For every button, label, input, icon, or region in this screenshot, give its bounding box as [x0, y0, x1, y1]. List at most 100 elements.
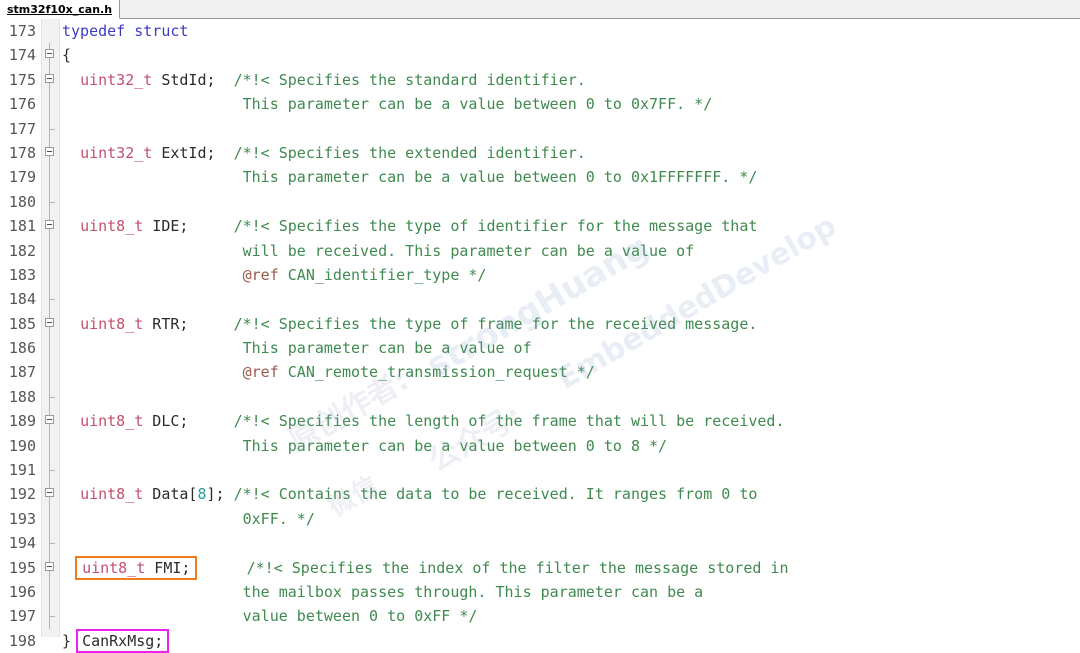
line-number: 192 — [8, 485, 36, 504]
code-comment: This parameter can be a value between 0 … — [242, 168, 758, 187]
line-number: 195 — [8, 558, 36, 577]
fold-toggle-icon[interactable] — [41, 311, 60, 337]
code-line[interactable]: 173 typedef struct — [0, 19, 1080, 43]
code-comment: will be received. This parameter can be … — [242, 241, 695, 260]
line-number: 178 — [8, 143, 36, 162]
code-line[interactable]: 188 — [0, 384, 1080, 410]
type-token: uint8_t — [80, 217, 144, 236]
code-text: uint8_t Data[8]; /*!< Contains the data … — [62, 482, 757, 506]
fold-toggle-icon[interactable] — [41, 140, 60, 166]
number-token: 8 — [197, 485, 207, 504]
code-comment: the mailbox passes through. This paramet… — [242, 582, 704, 601]
tab-stm32f10x-can-h[interactable]: stm32f10x_can.h — [0, 0, 121, 19]
code-token: StdId; — [152, 70, 234, 89]
fold-empty — [41, 19, 60, 43]
code-line[interactable]: 184 — [0, 287, 1080, 312]
fold-end-tick — [41, 189, 60, 215]
type-token: uint32_t — [80, 143, 153, 162]
code-token: RTR; — [143, 314, 234, 333]
keyword-token: typedef struct — [62, 22, 189, 40]
fold-toggle-icon[interactable] — [41, 67, 60, 93]
fold-line — [41, 238, 60, 263]
code-line[interactable]: 178 uint32_t ExtId; /*!< Specifies the e… — [0, 140, 1080, 166]
code-line[interactable]: 175 uint32_t StdId; /*!< Specifies the s… — [0, 67, 1080, 93]
type-token: uint8_t — [80, 412, 144, 431]
line-number: 191 — [8, 461, 36, 480]
fold-line — [41, 165, 60, 190]
fold-line — [41, 92, 60, 117]
code-text: } CanRxMsg; — [62, 628, 170, 653]
fold-toggle-icon[interactable] — [41, 555, 60, 580]
code-text: This parameter can be a value between 0 … — [62, 434, 667, 458]
line-number: 179 — [8, 168, 36, 187]
code-comment: value between 0 to 0xFF */ — [242, 607, 478, 626]
code-line[interactable]: 181 uint8_t IDE; /*!< Specifies the type… — [0, 214, 1080, 239]
code-line[interactable]: 196 the mailbox passes through. This par… — [0, 579, 1080, 605]
line-number: 181 — [8, 217, 36, 236]
code-text: uint8_t FMI; /*!< Specifies the index of… — [62, 555, 788, 580]
line-number: 173 — [8, 22, 36, 40]
code-line[interactable]: 183 @ref CAN_identifier_type */ — [0, 262, 1080, 288]
code-line[interactable]: 198} CanRxMsg; — [0, 628, 1080, 653]
code-lines: 173 typedef struct 174 {175 uint32_t StdId;… — [0, 19, 1080, 653]
code-line[interactable]: 176 This parameter can be a value betwee… — [0, 92, 1080, 117]
type-token: uint8_t — [80, 314, 144, 333]
code-comment: 0xFF. */ — [242, 509, 315, 528]
code-text: value between 0 to 0xFF */ — [62, 604, 478, 628]
fold-end-tick — [41, 604, 60, 629]
line-number: 187 — [8, 363, 36, 382]
fold-end-tick — [41, 287, 60, 312]
code-token: ]; — [206, 485, 234, 504]
code-line[interactable]: 195 uint8_t FMI; /*!< Specifies the inde… — [0, 555, 1080, 580]
fold-line — [41, 433, 60, 459]
code-line[interactable]: 182 will be received. This parameter can… — [0, 238, 1080, 263]
code-line[interactable]: 191 — [0, 458, 1080, 483]
code-line[interactable]: 179 This parameter can be a value betwee… — [0, 165, 1080, 190]
code-line[interactable]: 174 { — [0, 43, 1080, 68]
code-comment: /*!< Specifies the length of the frame t… — [233, 412, 785, 431]
fold-end-tick — [41, 384, 60, 410]
code-text: @ref CAN_identifier_type */ — [62, 263, 487, 287]
fold-line — [41, 262, 60, 288]
fold-toggle-icon[interactable] — [41, 482, 60, 507]
code-comment: /*!< Specifies the standard identifier. — [233, 70, 586, 89]
code-text: uint32_t ExtId; /*!< Specifies the exten… — [62, 141, 586, 165]
fold-line — [41, 579, 60, 605]
code-line[interactable]: 190 This parameter can be a value betwee… — [0, 433, 1080, 459]
doc-ref-tag: @ref — [242, 363, 279, 382]
code-line[interactable]: 185 uint8_t RTR; /*!< Specifies the type… — [0, 311, 1080, 337]
code-line[interactable]: 189 uint8_t DLC; /*!< Specifies the leng… — [0, 409, 1080, 434]
code-line[interactable]: 192 uint8_t Data[8]; /*!< Contains the d… — [0, 482, 1080, 507]
code-comment: /*!< Specifies the extended identifier. — [233, 143, 586, 162]
fold-toggle-icon[interactable] — [41, 409, 60, 434]
code-line[interactable]: 197 value between 0 to 0xFF */ — [0, 604, 1080, 629]
fold-toggle-icon[interactable] — [41, 43, 60, 68]
code-text: uint8_t DLC; /*!< Specifies the length o… — [62, 409, 784, 433]
code-line[interactable]: 193 0xFF. */ — [0, 506, 1080, 532]
code-line[interactable]: 180 — [0, 189, 1080, 215]
code-line[interactable]: 186 This parameter can be a value of — [0, 336, 1080, 361]
line-number: 182 — [8, 241, 36, 260]
editor-body[interactable]: 173 typedef struct 174 {175 uint32_t StdId;… — [0, 19, 1080, 653]
code-text: This parameter can be a value of — [62, 336, 532, 360]
line-number: 177 — [8, 119, 36, 138]
code-line[interactable]: 187 @ref CAN_remote_transmission_request… — [0, 360, 1080, 385]
code-token: DLC; — [143, 412, 234, 431]
fold-toggle-icon[interactable] — [41, 214, 60, 239]
fold-empty — [41, 629, 60, 653]
code-line[interactable]: 177 — [0, 116, 1080, 141]
line-number: 183 — [8, 265, 36, 284]
code-text: @ref CAN_remote_transmission_request */ — [62, 360, 595, 384]
fold-end-tick — [41, 531, 60, 556]
code-text: typedef struct — [62, 19, 188, 43]
code-line[interactable]: 194 — [0, 531, 1080, 556]
line-number: 184 — [8, 290, 36, 309]
